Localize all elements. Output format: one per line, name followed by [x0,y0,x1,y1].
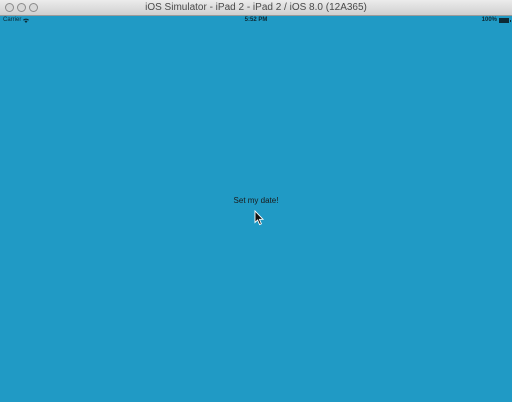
cursor-icon [254,210,265,226]
battery-icon [499,18,511,23]
set-date-button[interactable]: Set my date! [0,195,512,207]
ios-status-bar: Carrier 5:52 PM 100% [0,16,512,25]
window-title: iOS Simulator - iPad 2 - iPad 2 / iOS 8.… [145,2,367,13]
title-bar: iOS Simulator - iPad 2 - iPad 2 / iOS 8.… [0,0,512,16]
battery-percent: 100% [481,17,497,23]
battery-indicator: 100% [481,16,511,25]
status-time: 5:52 PM [244,17,268,23]
simulator-window: iOS Simulator - iPad 2 - iPad 2 / iOS 8.… [0,0,512,402]
